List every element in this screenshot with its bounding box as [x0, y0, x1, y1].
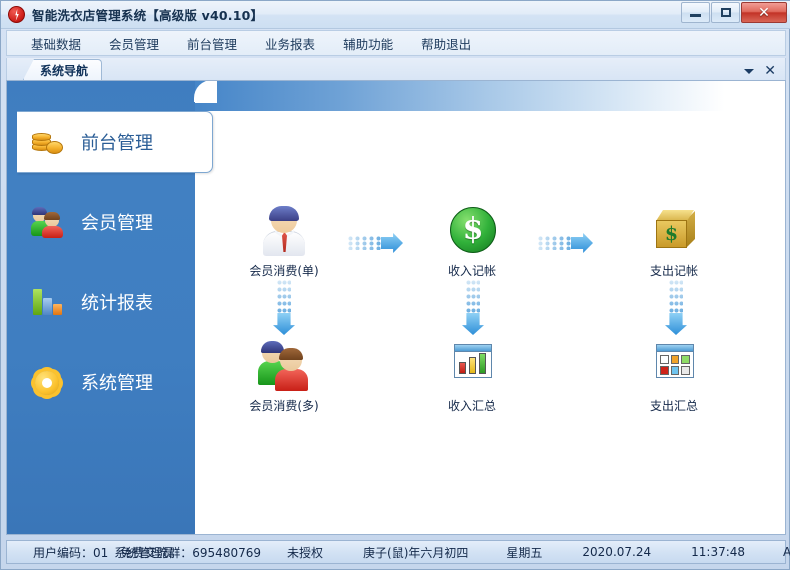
menu-bar: 基础数据 会员管理 前台管理 业务报表 辅助功能 帮助退出 [6, 30, 786, 56]
workflow-node-expense-summary[interactable]: 支出汇总 [619, 341, 729, 414]
tab-actions: ✕ [744, 64, 785, 80]
grid-window-icon [648, 341, 700, 391]
workflow-canvas: 会员消费(单) $ 收入记帐 $ 支出记帐 会员消费(多) 收入汇总 支出汇总 [195, 81, 785, 534]
chart-window-icon [446, 341, 498, 391]
title-bar: 智能洗衣店管理系统【高级版 v40.10】 ✕ [1, 1, 790, 29]
arrow-right-icon-1 [347, 233, 403, 253]
node-label: 收入汇总 [447, 399, 496, 413]
tab-close-icon[interactable]: ✕ [764, 64, 776, 78]
menu-item-help-exit[interactable]: 帮助退出 [411, 31, 481, 56]
close-icon: ✕ [758, 4, 770, 21]
workflow-node-income-summary[interactable]: 收入汇总 [417, 341, 527, 414]
tab-strip: 系统导航 ✕ [6, 58, 786, 80]
two-people-icon [258, 341, 310, 391]
green-dollar-circle-icon: $ [446, 206, 498, 256]
workflow-node-expense-record[interactable]: $ 支出记帐 [619, 206, 729, 279]
window-title: 智能洗衣店管理系统【高级版 v40.10】 [32, 8, 264, 23]
sidebar-item-reports[interactable]: 统计报表 [7, 271, 217, 333]
status-database: Access [783, 545, 790, 559]
sidebar-item-label: 系统管理 [81, 373, 153, 394]
arrow-right-icon-2 [537, 233, 593, 253]
application-window: 智能洗衣店管理系统【高级版 v40.10】 ✕ 基础数据 会员管理 前台管理 业… [0, 0, 790, 570]
coins-icon [31, 127, 65, 157]
close-button[interactable]: ✕ [741, 2, 787, 23]
gold-box-dollar-icon: $ [648, 206, 700, 256]
menu-item-front-desk[interactable]: 前台管理 [177, 31, 247, 56]
status-role-and-group: 系统管理员 免费交流群：695480769 [114, 544, 267, 561]
menu-item-basic-data[interactable]: 基础数据 [21, 31, 91, 56]
minimize-button[interactable] [681, 2, 710, 23]
sidebar-item-label: 前台管理 [81, 133, 153, 154]
businessman-icon [258, 206, 310, 256]
tab-system-navigation[interactable]: 系统导航 [23, 59, 103, 80]
arrow-down-icon-1 [273, 279, 295, 335]
workflow-node-income-record[interactable]: $ 收入记帐 [417, 206, 527, 279]
status-time: 11:37:48 [691, 545, 746, 559]
arrow-down-icon-3 [665, 279, 687, 335]
sidebar-item-front-desk[interactable]: 前台管理 [17, 111, 213, 173]
workflow-node-member-consume-multi[interactable]: 会员消费(多) [229, 341, 339, 414]
window-controls: ✕ [681, 2, 787, 23]
menu-item-reports[interactable]: 业务报表 [255, 31, 325, 56]
navigation-panel: 前台管理 会员管理 统计报表 系统管理 会员消费(单) $ 收入记帐 $ 支出记… [6, 80, 786, 535]
arrow-down-icon-2 [462, 279, 484, 335]
sidebar-item-label: 统计报表 [81, 293, 153, 314]
sidebar-item-system-mgmt[interactable]: 系统管理 [7, 351, 217, 413]
status-user-code: 用户编码：01 [33, 545, 109, 560]
status-license: 未授权 [287, 545, 324, 560]
gear-icon [31, 367, 65, 397]
status-role: 系统管理员 [114, 545, 175, 560]
status-bar: 用户编码：01 系统管理员 免费交流群：695480769 未授权 庚子(鼠)年… [6, 540, 790, 564]
status-weekday: 星期五 [506, 545, 543, 560]
sidebar-list: 前台管理 会员管理 统计报表 系统管理 [7, 111, 217, 431]
menu-item-member-mgmt[interactable]: 会员管理 [99, 31, 169, 56]
bar-chart-icon [31, 287, 65, 317]
node-label: 支出记帐 [649, 264, 698, 278]
workflow-node-member-consume-single[interactable]: 会员消费(单) [229, 206, 339, 279]
status-lunar-date: 庚子(鼠)年六月初四 [363, 545, 469, 560]
two-people-icon [31, 207, 65, 238]
node-label: 收入记帐 [447, 264, 496, 278]
sidebar-item-label: 会员管理 [81, 213, 153, 234]
lightning-bolt-icon [8, 6, 25, 23]
node-label: 会员消费(多) [249, 399, 319, 413]
sidebar-item-member-mgmt[interactable]: 会员管理 [7, 191, 217, 253]
node-label: 会员消费(单) [249, 264, 319, 278]
node-label: 支出汇总 [649, 399, 698, 413]
status-date: 2020.07.24 [582, 545, 652, 559]
menu-item-tools[interactable]: 辅助功能 [333, 31, 403, 56]
chevron-down-icon[interactable] [744, 68, 755, 74]
maximize-button[interactable] [711, 2, 740, 23]
minimize-icon [690, 14, 701, 17]
maximize-icon [720, 8, 731, 17]
